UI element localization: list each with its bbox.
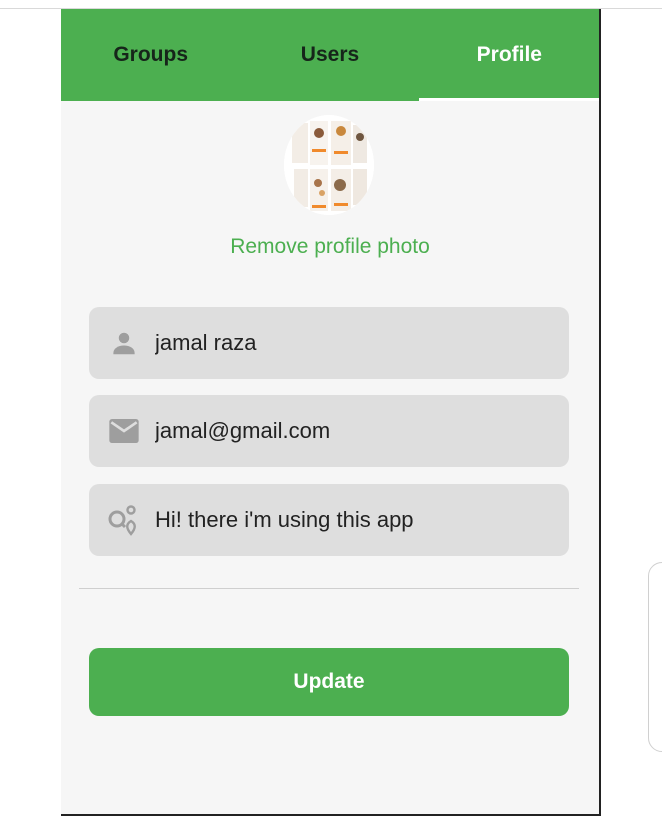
phone-screen: Groups Users Profile Remove profile phot… (61, 9, 601, 815)
mail-icon (107, 414, 141, 448)
avatar[interactable] (284, 115, 374, 215)
status-field[interactable] (89, 484, 569, 556)
status-icon (107, 503, 141, 537)
form-divider (79, 588, 579, 589)
side-panel-edge (648, 562, 662, 752)
name-field[interactable] (89, 307, 569, 379)
status-input[interactable] (155, 507, 555, 533)
screen: Groups Users Profile Remove profile phot… (0, 0, 662, 818)
tab-profile[interactable]: Profile (420, 9, 599, 101)
update-button[interactable]: Update (89, 648, 569, 716)
person-icon (107, 326, 141, 360)
active-tab-indicator (419, 98, 599, 101)
profile-photo-image (284, 115, 374, 215)
remove-profile-photo-link[interactable]: Remove profile photo (61, 235, 599, 259)
email-input[interactable] (155, 418, 555, 444)
tab-users[interactable]: Users (240, 9, 419, 101)
tab-bar: Groups Users Profile (61, 9, 599, 101)
tab-groups[interactable]: Groups (61, 9, 240, 101)
phone-bottom-edge (61, 814, 601, 816)
name-input[interactable] (155, 330, 555, 356)
email-field[interactable] (89, 395, 569, 467)
